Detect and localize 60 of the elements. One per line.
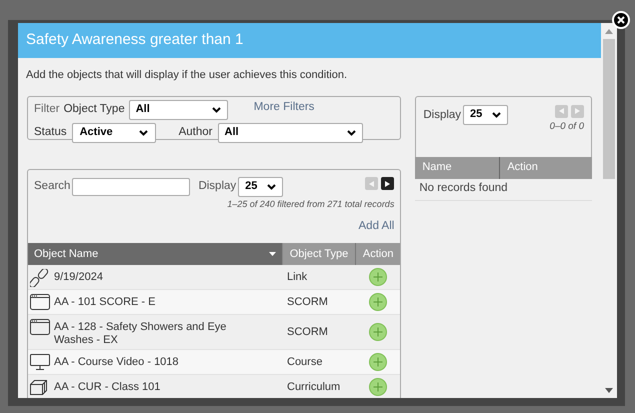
chevron-icon — [492, 112, 502, 118]
object-name: 9/19/2024 — [54, 271, 104, 284]
display-label: Display — [423, 108, 462, 122]
search-field[interactable] — [72, 178, 190, 196]
chevron-icon — [346, 130, 356, 136]
search-label: Search — [34, 178, 70, 194]
records-summary: 1–25 of 240 filtered from 271 total records — [226, 198, 396, 210]
object-type: Course — [287, 354, 322, 370]
chevron-icon — [138, 130, 148, 136]
object-name: AA - CUR - Class 101 — [54, 381, 162, 394]
object-type-select[interactable]: All — [128, 100, 228, 120]
object-name: AA - 128 - Safety Showers and Eye Washes - EX — [54, 321, 228, 347]
object-type: SCORM — [287, 294, 328, 310]
filter-label: Filter — [34, 102, 60, 117]
stacked-cards-icon — [30, 379, 50, 395]
left-triangle-icon — [369, 180, 374, 186]
right-triangle-icon — [385, 180, 390, 186]
left-triangle-icon — [559, 108, 564, 114]
next-page-button[interactable] — [381, 177, 394, 190]
add-button[interactable] — [369, 268, 388, 286]
link-icon — [30, 269, 50, 287]
object-type: Link — [287, 270, 308, 285]
object-type-label: Object Type — [64, 102, 125, 117]
browser-window-icon — [30, 319, 50, 335]
add-button[interactable] — [369, 293, 388, 311]
column-header[interactable]: Object Type — [283, 243, 356, 265]
column-header[interactable]: Object Name — [28, 243, 283, 265]
column-header[interactable]: Name — [415, 156, 500, 178]
scrollbar-thumb[interactable] — [603, 39, 615, 179]
empty-message: No records found — [419, 181, 508, 196]
chevron-icon — [267, 184, 276, 190]
monitor-icon — [30, 354, 50, 370]
scroll-down-arrow-icon — [605, 388, 613, 393]
sort-caret-icon — [269, 252, 276, 256]
display-select[interactable]: 25 — [463, 104, 508, 124]
status-label: Status — [34, 124, 67, 140]
scroll-up-arrow-icon — [605, 29, 613, 34]
object-name: AA - 101 SCORE - E — [54, 296, 156, 309]
right-triangle-icon — [575, 108, 580, 114]
add-button[interactable] — [369, 378, 388, 396]
dialog-description: Add the objects that will display if the user achieves this condition. — [25, 68, 348, 83]
records-summary: 0–0 of 0 — [550, 120, 584, 134]
browser-window-icon — [30, 294, 50, 310]
object-name: AA - Course Video - 1018 — [54, 356, 180, 369]
author-select[interactable]: All — [218, 122, 362, 142]
author-label: Author — [178, 124, 212, 140]
column-header[interactable]: Action — [356, 243, 400, 265]
dialog-title: Safety Awareness greater than 1 — [26, 30, 244, 50]
object-type: Curriculum — [287, 380, 340, 395]
status-select[interactable]: Active — [72, 122, 156, 142]
more-filters-link[interactable]: More Filters — [254, 98, 314, 116]
display-select[interactable]: 25 — [238, 176, 284, 196]
add-all-link[interactable]: Add All — [358, 220, 394, 232]
close-icon — [617, 16, 625, 24]
add-button[interactable] — [369, 323, 388, 341]
chevron-icon — [212, 106, 221, 112]
add-button[interactable] — [369, 353, 388, 371]
display-label: Display — [198, 178, 236, 194]
column-header[interactable]: Action — [500, 156, 592, 178]
object-type: SCORM — [287, 324, 328, 340]
